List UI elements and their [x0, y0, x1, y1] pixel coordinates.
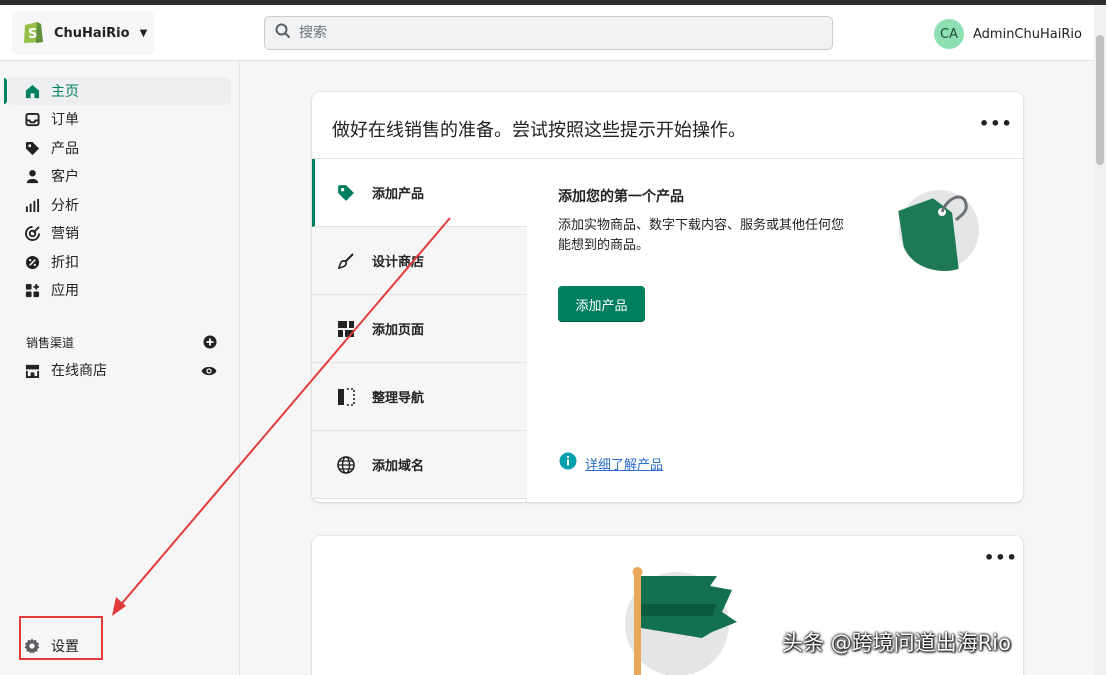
add-product-button[interactable]: 添加产品: [558, 286, 645, 322]
sidebar-item-label: 折扣: [51, 255, 79, 271]
tag-icon: [24, 140, 40, 156]
shopify-logo-icon: S: [22, 19, 44, 48]
sidebar-item-label: 应用: [51, 283, 79, 299]
svg-text:S: S: [28, 27, 37, 42]
sidebar-item-discounts[interactable]: 折扣: [8, 248, 231, 276]
globe-icon: [336, 455, 356, 475]
tab-label: 添加页面: [372, 323, 425, 338]
product-tag-illustration: [884, 182, 984, 282]
sidebar-item-apps[interactable]: 应用: [8, 276, 231, 304]
store-switcher[interactable]: S ChuHaiRio ▼: [12, 11, 154, 55]
sidebar-item-online-store[interactable]: 在线商店: [8, 356, 231, 384]
tab-add-domain[interactable]: 添加域名: [312, 431, 527, 499]
sidebar-item-label: 在线商店: [51, 363, 107, 379]
sidebar-item-label: 营销: [51, 226, 79, 242]
tab-label: 添加产品: [372, 187, 425, 202]
watermark: 头条 @跨境问道出海Rio: [782, 631, 1011, 655]
search-icon: [275, 23, 291, 43]
info-icon: [559, 452, 577, 474]
target-icon: [24, 225, 40, 241]
search-bar[interactable]: [264, 16, 833, 50]
tab-add-product[interactable]: 添加产品: [312, 159, 527, 227]
top-bar: S ChuHaiRio ▼ CA AdminChuHaiRio: [0, 5, 1094, 61]
learn-more: 详细了解产品: [559, 452, 663, 474]
tag-icon: [336, 183, 356, 203]
tab-design-store[interactable]: 设计商店: [312, 227, 527, 295]
sidebar-item-home[interactable]: 主页: [8, 77, 231, 105]
sidebar-item-label: 产品: [51, 141, 79, 157]
sidebar-item-label: 客户: [51, 169, 79, 185]
search-input[interactable]: [299, 25, 819, 41]
add-channel-icon[interactable]: [203, 334, 217, 349]
setup-tabs: 添加产品 设计商店 添加页面 整理导航 添加域名: [312, 159, 527, 502]
sidebar-item-label: 主页: [51, 84, 79, 100]
sidebar-item-label: 订单: [51, 112, 79, 128]
annotation-highlight-box: [19, 616, 103, 660]
tab-organize-navigation[interactable]: 整理导航: [312, 363, 527, 431]
brush-icon: [336, 251, 356, 271]
store-name: ChuHaiRio: [54, 25, 130, 41]
bar-chart-icon: [24, 197, 40, 213]
flag-illustration: [622, 564, 752, 675]
user-name: AdminChuHaiRio: [973, 26, 1082, 42]
tab-label: 添加域名: [372, 459, 425, 474]
sidebar-item-products[interactable]: 产品: [8, 134, 231, 162]
setup-guide-card: 做好在线销售的准备。尝试按照这些提示开始操作。 ••• 添加产品 设计商店 添加…: [312, 92, 1023, 502]
tab-label: 整理导航: [372, 391, 425, 406]
sidebar-item-orders[interactable]: 订单: [8, 105, 231, 133]
scrollbar-thumb[interactable]: [1096, 35, 1104, 165]
chevron-down-icon: ▼: [139, 27, 148, 39]
panel-description: 添加实物商品、数字下载内容、服务或其他任何您能想到的商品。: [558, 218, 845, 253]
scrollbar[interactable]: [1094, 5, 1106, 675]
main-content: 做好在线销售的准备。尝试按照这些提示开始操作。 ••• 添加产品 设计商店 添加…: [241, 62, 1094, 675]
pages-icon: [336, 319, 356, 339]
apps-icon: [24, 282, 40, 298]
sidebar: 主页 订单 产品 客户 分析 营销 折扣 应用 销售渠道 在线商店 设置: [0, 62, 240, 675]
panel-title: 添加您的第一个产品: [558, 189, 684, 205]
store-icon: [24, 362, 40, 378]
learn-more-link[interactable]: 详细了解产品: [585, 454, 663, 473]
user-menu[interactable]: CA AdminChuHaiRio: [934, 19, 1082, 49]
tab-add-pages[interactable]: 添加页面: [312, 295, 527, 363]
active-indicator: [4, 78, 7, 104]
sales-channels-heading: 销售渠道: [26, 336, 75, 350]
inbox-icon: [24, 111, 40, 127]
eye-icon[interactable]: [201, 363, 217, 377]
home-icon: [24, 83, 40, 99]
navigation-icon: [336, 387, 356, 407]
sidebar-item-customers[interactable]: 客户: [8, 162, 231, 190]
sidebar-item-analytics[interactable]: 分析: [8, 191, 231, 219]
card-title: 做好在线销售的准备。尝试按照这些提示开始操作。: [332, 120, 746, 141]
tab-label: 设计商店: [372, 255, 425, 270]
more-actions-icon[interactable]: •••: [984, 548, 1018, 567]
sidebar-item-marketing[interactable]: 营销: [8, 219, 231, 247]
avatar: CA: [934, 19, 964, 49]
person-icon: [24, 168, 40, 184]
more-actions-icon[interactable]: •••: [979, 114, 1013, 133]
sidebar-item-label: 分析: [51, 198, 79, 214]
discount-icon: [24, 254, 40, 270]
